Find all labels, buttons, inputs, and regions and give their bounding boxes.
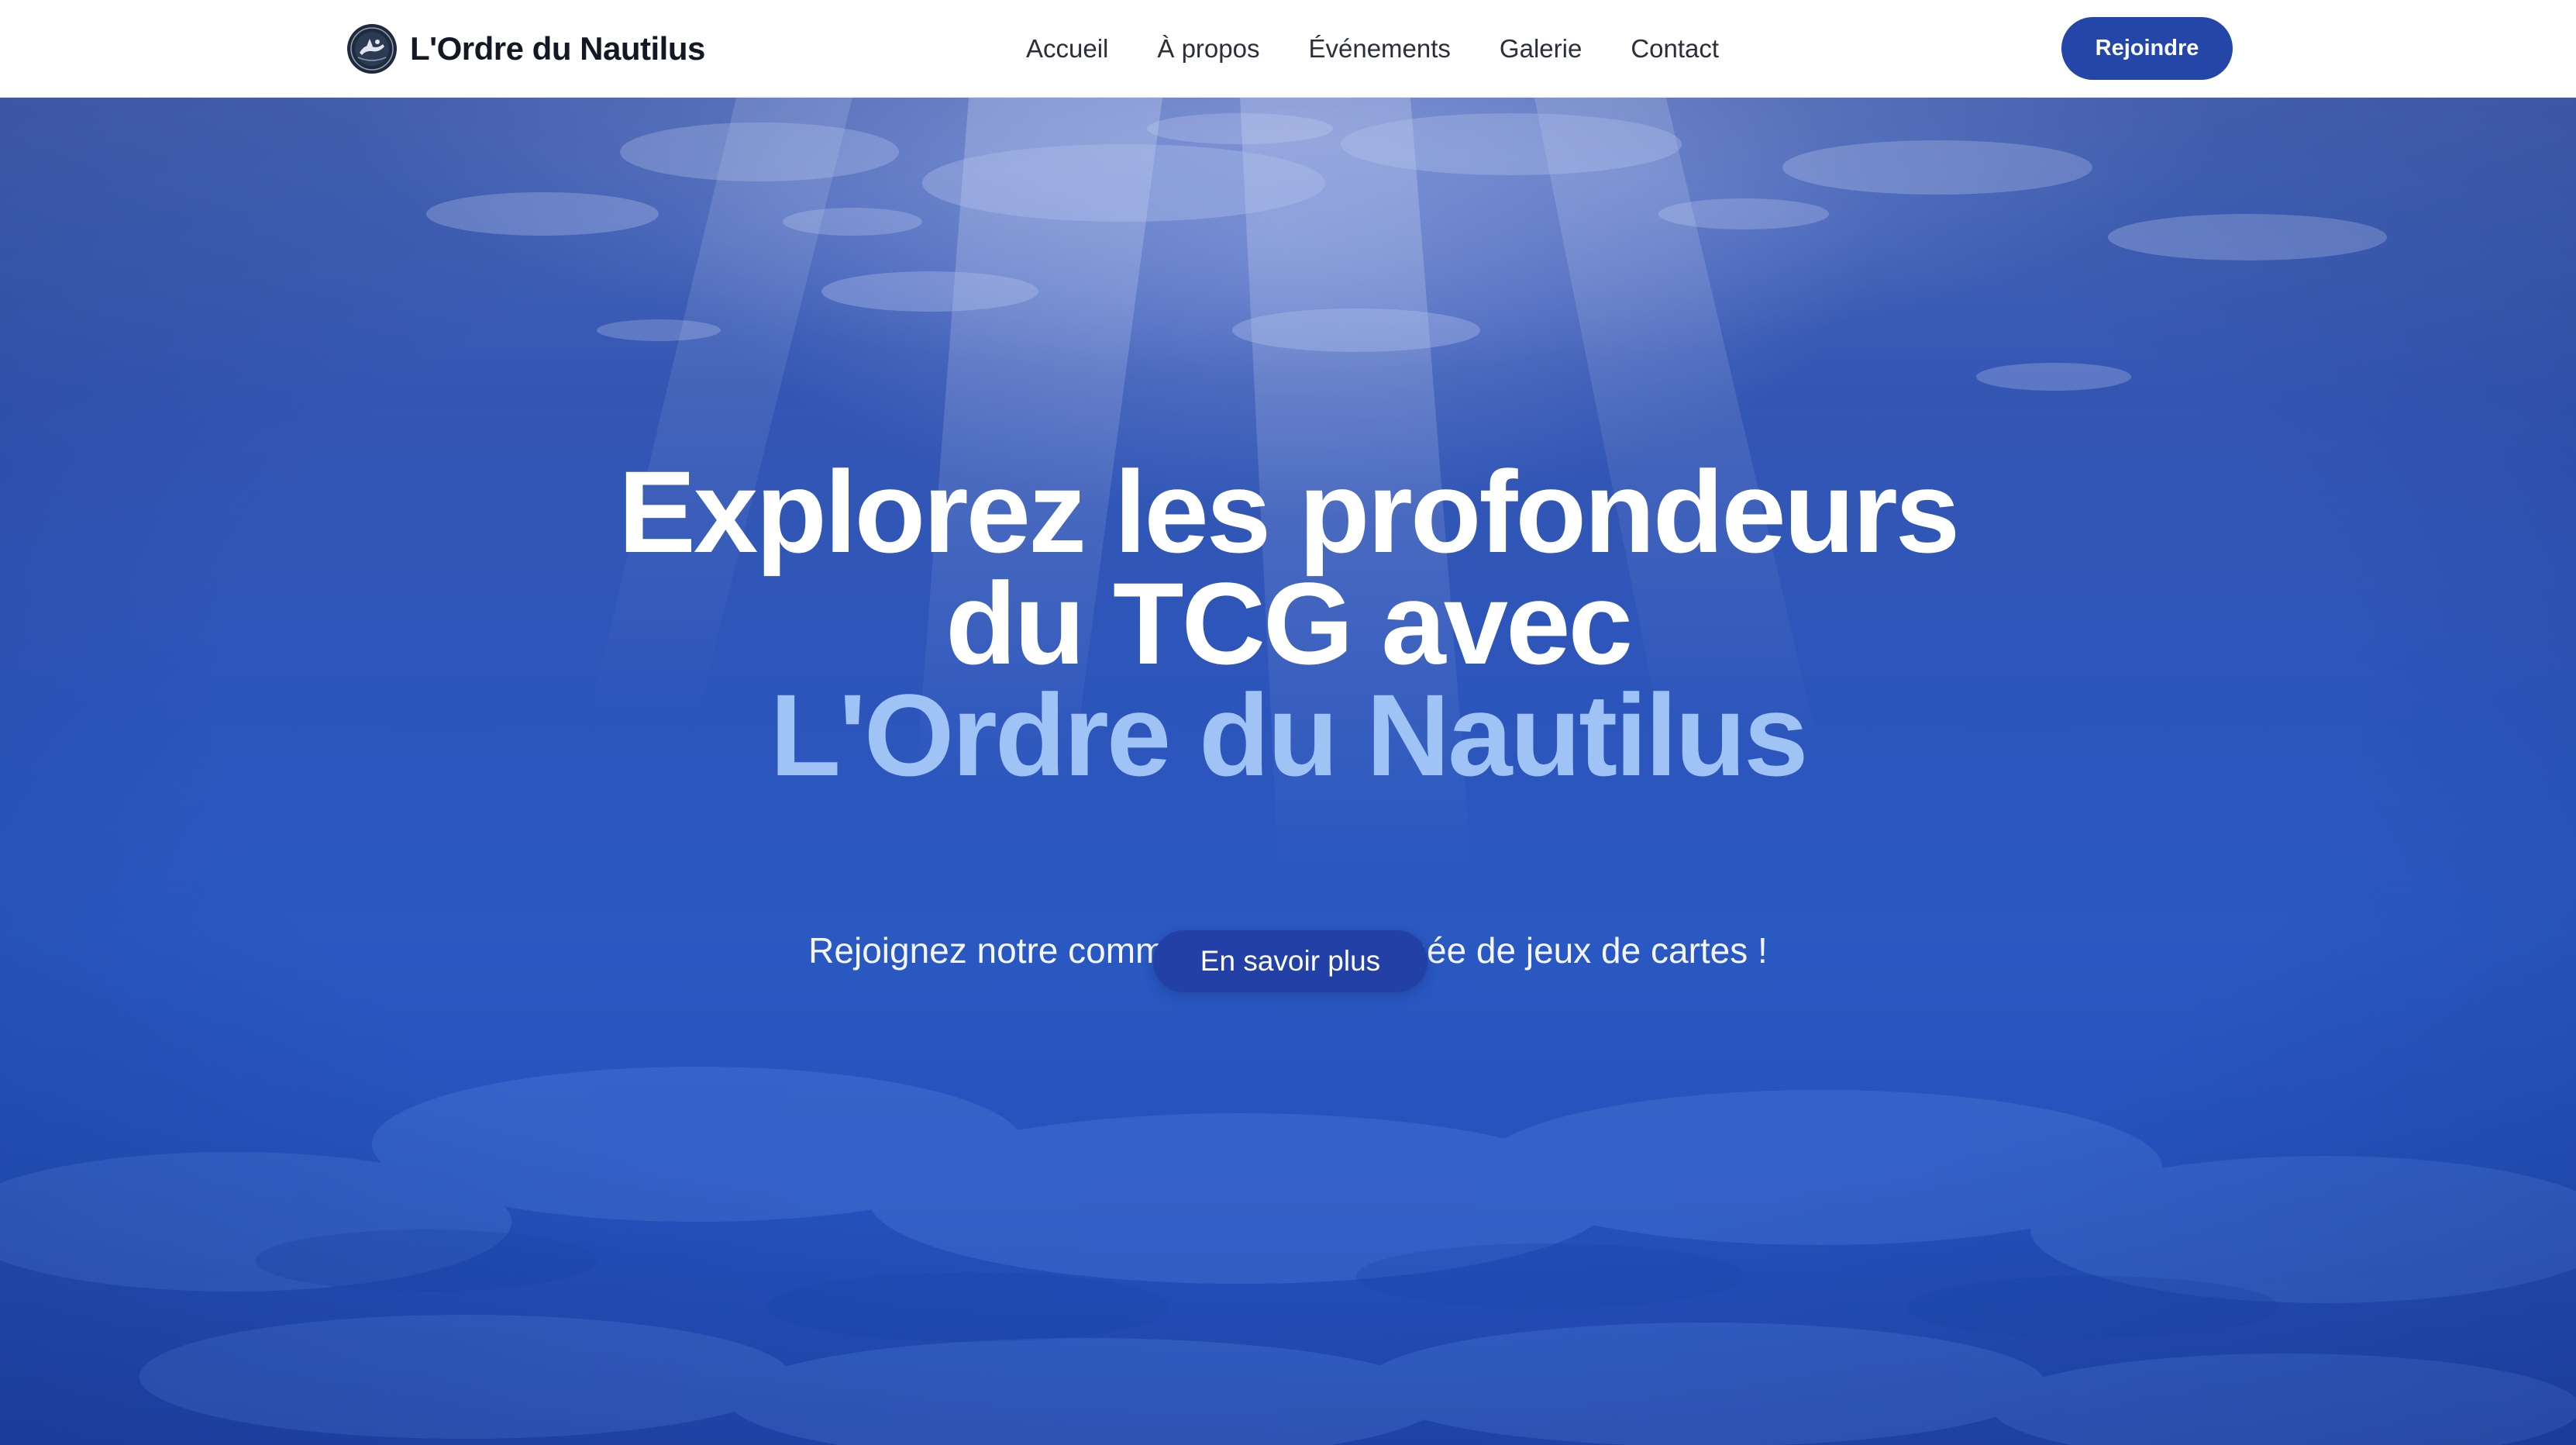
main-nav: Accueil À propos Événements Galerie Cont… — [1026, 0, 1719, 98]
hero-title-line-1: Explorez les profondeurs — [618, 447, 1960, 577]
nav-item-evenements[interactable]: Événements — [1308, 34, 1450, 64]
hero-section: Explorez les profondeurs du TCG avec L'O… — [0, 98, 2576, 1445]
join-button[interactable]: Rejoindre — [2061, 17, 2233, 80]
nav-item-a-propos[interactable]: À propos — [1157, 34, 1259, 64]
nautilus-logo-icon — [347, 24, 397, 74]
hero-title-line-2: du TCG avec — [945, 558, 1633, 688]
nav-item-accueil[interactable]: Accueil — [1026, 34, 1108, 64]
learn-more-button[interactable]: En savoir plus — [1153, 930, 1427, 992]
nav-item-contact[interactable]: Contact — [1631, 34, 1719, 64]
nav-item-galerie[interactable]: Galerie — [1500, 34, 1582, 64]
brand-link[interactable]: L'Ordre du Nautilus — [346, 22, 705, 76]
brand-name: L'Ordre du Nautilus — [410, 30, 705, 67]
hero-title-accent: L'Ordre du Nautilus — [770, 670, 1808, 800]
hero-title: Explorez les profondeurs du TCG avec L'O… — [0, 447, 2576, 800]
site-header: L'Ordre du Nautilus Accueil À propos Évé… — [0, 0, 2576, 98]
